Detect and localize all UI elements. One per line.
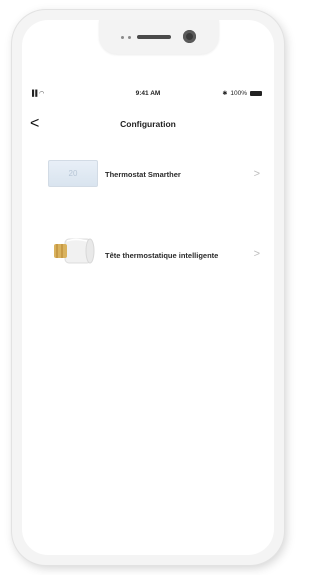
- battery-indicator: ✱ 100%: [222, 90, 262, 97]
- battery-icon: [250, 91, 262, 96]
- device-label-thermostatic-head: Tête thermostatique intelligente: [105, 251, 219, 260]
- sensor-dot: [128, 36, 131, 39]
- bluetooth-icon: ✱: [222, 91, 228, 97]
- status-bar: ▌▌ ◠ 9:41 AM ✱ 100%: [22, 88, 274, 102]
- chevron-right-icon: >: [253, 168, 260, 180]
- phone-frame: ▌▌ ◠ 9:41 AM ✱ 100% < Configuration 20 T…: [12, 10, 284, 565]
- phone-screen: ▌▌ ◠ 9:41 AM ✱ 100% < Configuration 20 T…: [22, 20, 274, 555]
- thermostat-display-text: 20: [68, 169, 78, 178]
- device-row-thermostatic-head[interactable]: Tête thermostatique intelligente >: [22, 231, 274, 279]
- front-camera: [183, 30, 196, 43]
- thermostatic-valve-image: [54, 238, 95, 264]
- thermostat-image: 20: [48, 160, 98, 187]
- device-row-thermostat[interactable]: 20 Thermostat Smarther >: [22, 152, 274, 200]
- chevron-right-icon: >: [253, 248, 260, 260]
- sensor-dot: [121, 36, 124, 39]
- nav-bar: < Configuration: [22, 115, 274, 136]
- device-label-thermostat: Thermostat Smarther: [105, 170, 181, 179]
- speaker-grille: [137, 35, 171, 39]
- phone-notch: [99, 20, 219, 54]
- battery-percent: 100%: [230, 90, 247, 97]
- page-title: Configuration: [120, 119, 176, 129]
